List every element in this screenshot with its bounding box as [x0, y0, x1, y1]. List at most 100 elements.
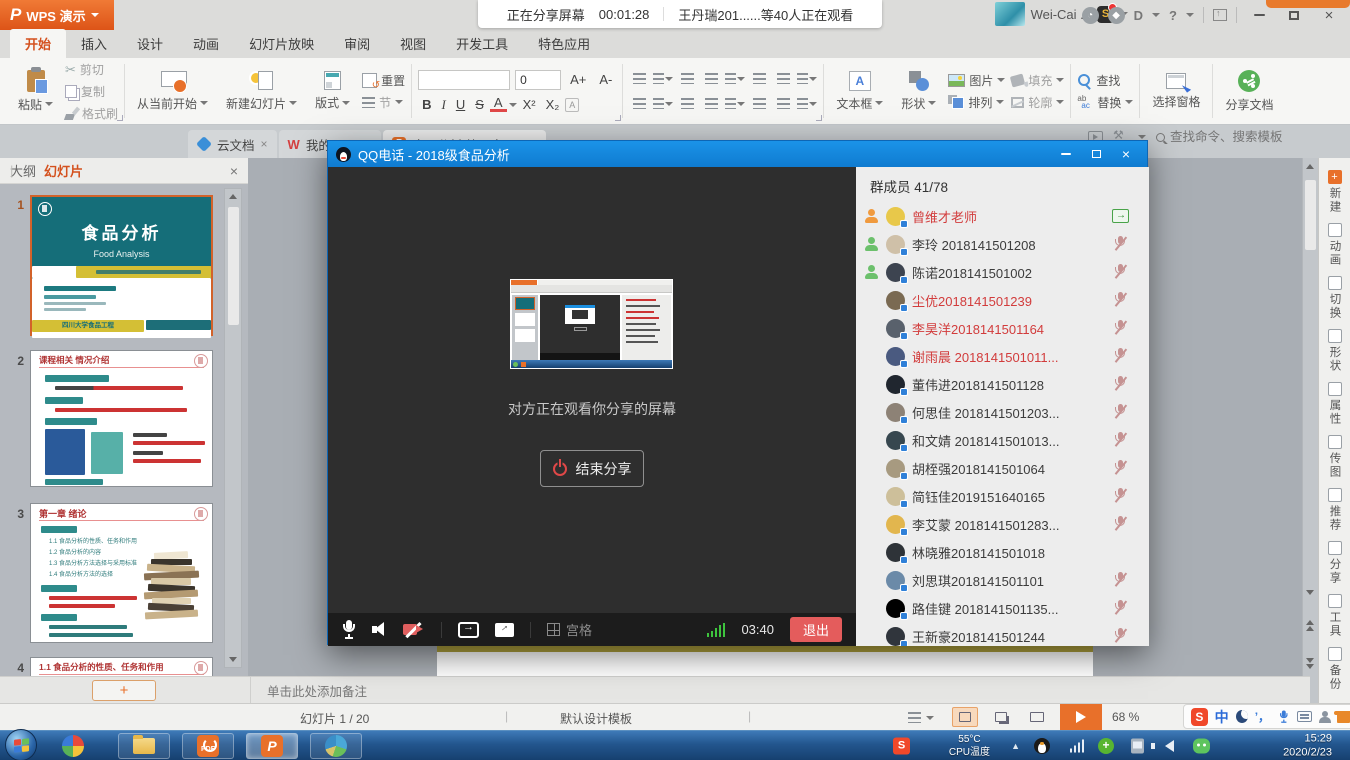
- scroll-down-icon[interactable]: [229, 657, 237, 662]
- ime-chinese-mode-icon[interactable]: 中: [1215, 707, 1229, 727]
- share-document-button[interactable]: 分享文档: [1219, 61, 1279, 121]
- slide-layout-button[interactable]: 版式: [309, 61, 356, 121]
- selection-pane-button[interactable]: 选择窗格: [1146, 61, 1206, 121]
- exit-call-button[interactable]: 退出: [790, 617, 842, 642]
- sidebar-item-4[interactable]: 形状: [1327, 329, 1343, 373]
- collapse-ribbon-icon[interactable]: [1213, 9, 1227, 21]
- picture-button[interactable]: 图片: [948, 72, 1005, 89]
- tab-outline[interactable]: 大纲: [10, 161, 36, 180]
- member-row[interactable]: 董伟进2018141501128: [856, 370, 1149, 398]
- member-row[interactable]: 李昊洋2018141501164: [856, 314, 1149, 342]
- member-row[interactable]: 曾维才老师→: [856, 202, 1149, 230]
- minimize-button[interactable]: [1246, 5, 1272, 25]
- member-row[interactable]: 林晓雅2018141501018: [856, 538, 1149, 566]
- paste-button[interactable]: 粘贴: [12, 61, 59, 121]
- ribbon-tab-2[interactable]: 插入: [66, 29, 122, 58]
- search-input[interactable]: [1170, 130, 1320, 144]
- ribbon-tab-7[interactable]: 视图: [385, 29, 441, 58]
- maximize-button[interactable]: [1281, 5, 1307, 25]
- sidebar-item-9[interactable]: 工具: [1327, 594, 1343, 638]
- member-row[interactable]: 陈诺2018141501002: [856, 258, 1149, 286]
- sidebar-item-10[interactable]: 备份: [1327, 647, 1343, 691]
- paragraph-tool-icon[interactable]: [629, 95, 649, 112]
- sidebar-item-3[interactable]: 切换: [1327, 276, 1343, 320]
- scroll-up-icon[interactable]: [1306, 164, 1314, 169]
- subscript-button[interactable]: X₂: [542, 97, 564, 112]
- sidebar-item-1[interactable]: +新建: [1327, 170, 1343, 214]
- zoom-level[interactable]: 68 %: [1112, 710, 1139, 724]
- replace-button[interactable]: 替换: [1077, 94, 1133, 111]
- ime-punctuation-icon[interactable]: ’，: [1255, 708, 1270, 725]
- shrink-font-button[interactable]: A-: [595, 72, 616, 87]
- superscript-button[interactable]: X²: [519, 97, 540, 112]
- ribbon-tab-3[interactable]: 设计: [122, 29, 178, 58]
- microphone-icon[interactable]: [342, 620, 356, 640]
- ime-voice-icon[interactable]: [1279, 710, 1287, 723]
- member-row[interactable]: 李玲 2018141501208: [856, 230, 1149, 258]
- paragraph-tool-icon[interactable]: [797, 95, 817, 112]
- tray-clipboard-icon[interactable]: [1131, 739, 1144, 754]
- grid-view-icon[interactable]: [547, 623, 560, 636]
- ribbon-tab-4[interactable]: 动画: [178, 29, 234, 58]
- sidebar-item-8[interactable]: 分享: [1327, 541, 1343, 585]
- copy-button[interactable]: 复制: [65, 83, 118, 100]
- ribbon-tab-1[interactable]: 开始: [10, 29, 66, 58]
- bold-button[interactable]: B: [418, 97, 435, 112]
- ribbon-tab-5[interactable]: 幻灯片放映: [234, 29, 329, 58]
- member-row[interactable]: 王新豪2018141501244: [856, 622, 1149, 646]
- tray-wechat-icon[interactable]: [1193, 739, 1210, 754]
- paragraph-tool-icon[interactable]: [653, 95, 673, 112]
- member-row[interactable]: 胡桎强2018141501064: [856, 454, 1149, 482]
- skin-icon[interactable]: ◔: [1082, 7, 1099, 24]
- notes-toggle-icon[interactable]: [908, 712, 921, 726]
- main-vertical-scrollbar[interactable]: [1302, 158, 1318, 703]
- format-painter-button[interactable]: 格式刷: [65, 105, 118, 122]
- sidebar-item-7[interactable]: 推荐: [1327, 488, 1343, 532]
- start-button[interactable]: [5, 729, 37, 760]
- tools-caret-icon[interactable]: [1138, 135, 1146, 139]
- slide-thumbnail-3[interactable]: 第一章 绪论 1.1 食品分析的性质、任务和作用 1.2 食品分析的内容 1.3…: [30, 503, 213, 643]
- tab-slides[interactable]: 幻灯片: [44, 161, 83, 180]
- dialog-launcher-icon[interactable]: [615, 115, 621, 121]
- tray-network-icon[interactable]: [1070, 740, 1085, 753]
- outline-button[interactable]: 轮廓: [1011, 94, 1064, 111]
- ime-profile-icon[interactable]: [1319, 711, 1330, 723]
- sidebar-item-2[interactable]: 动画: [1327, 223, 1343, 267]
- tray-volume-icon[interactable]: [1165, 740, 1174, 752]
- end-share-button[interactable]: 结束分享: [540, 450, 644, 487]
- paragraph-tool-icon[interactable]: [629, 70, 649, 87]
- ribbon-tab-8[interactable]: 开发工具: [441, 29, 523, 58]
- ribbon-tab-6[interactable]: 审阅: [329, 29, 385, 58]
- paragraph-tool-icon[interactable]: [677, 70, 697, 87]
- section-button[interactable]: 节: [362, 94, 405, 111]
- close-tab-icon[interactable]: ×: [261, 137, 268, 151]
- paragraph-tool-icon[interactable]: [773, 70, 793, 87]
- signature-icon[interactable]: D: [1134, 8, 1143, 23]
- font-color-button[interactable]: A: [490, 97, 507, 112]
- paragraph-tool-icon[interactable]: [725, 95, 745, 112]
- member-row[interactable]: 何思佳 2018141501203...: [856, 398, 1149, 426]
- wps-logo[interactable]: P WPS 演示: [0, 0, 114, 30]
- screen-share-icon[interactable]: [458, 622, 479, 638]
- paragraph-tool-icon[interactable]: [677, 95, 697, 112]
- scroll-down-icon[interactable]: [1306, 590, 1314, 595]
- taskbar-wps-button[interactable]: P: [246, 733, 298, 759]
- upgrade-icon[interactable]: ◆: [1108, 7, 1125, 24]
- fill-button[interactable]: 填充: [1011, 72, 1064, 89]
- paragraph-tool-icon[interactable]: [701, 95, 721, 112]
- reading-view-button[interactable]: [1024, 707, 1050, 727]
- qq-maximize-button[interactable]: [1083, 146, 1109, 163]
- paragraph-tool-icon[interactable]: [749, 70, 769, 87]
- help-icon[interactable]: ?: [1169, 8, 1177, 23]
- sidebar-item-6[interactable]: 传图: [1327, 435, 1343, 479]
- taskbar-360-browser-icon[interactable]: [62, 735, 84, 757]
- camera-off-icon[interactable]: [403, 622, 425, 638]
- taskbar-app-button[interactable]: [310, 733, 362, 759]
- paragraph-tool-icon[interactable]: [797, 70, 817, 87]
- add-slide-button[interactable]: +: [92, 680, 156, 701]
- tab-cloud-docs[interactable]: 云文档 ×: [188, 130, 277, 158]
- taskbar-explorer-button[interactable]: [118, 733, 170, 759]
- ribbon-tab-9[interactable]: 特色应用: [523, 29, 605, 58]
- paragraph-tool-icon[interactable]: [653, 70, 673, 87]
- tray-expand-icon[interactable]: ▲: [1011, 741, 1020, 751]
